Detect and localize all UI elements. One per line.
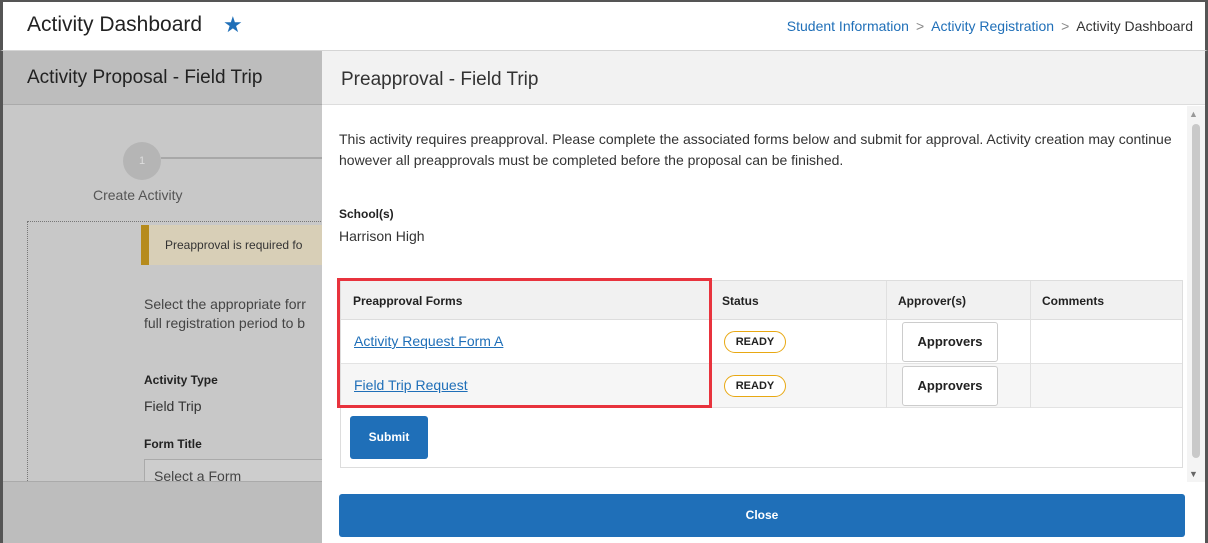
close-button[interactable]: Close [339, 494, 1185, 537]
form-title-label: Form Title [144, 437, 202, 451]
proposal-footer [3, 481, 325, 543]
step-label: Create Activity [93, 187, 183, 203]
activity-type-label: Activity Type [144, 373, 218, 387]
description-line: Select the appropriate forr [144, 296, 306, 312]
proposal-header: Activity Proposal - Field Trip [3, 51, 325, 105]
preapproval-warning-text: Preapproval is required fo [165, 238, 303, 252]
chevron-right-icon: > [1061, 18, 1070, 34]
chevron-right-icon: > [915, 18, 925, 34]
scroll-down-icon[interactable]: ▼ [1189, 469, 1198, 479]
page-title: Activity Dashboard [27, 13, 203, 36]
column-header-approvers: Approver(s) [886, 281, 1030, 320]
column-divider [1030, 281, 1031, 408]
preapproval-instructions: This activity requires preapproval. Plea… [339, 131, 1172, 168]
preapproval-modal: Preapproval - Field Trip ▲ ▼ This activi… [322, 51, 1208, 543]
submit-button[interactable]: Submit [350, 416, 428, 459]
activity-proposal-panel: Activity Proposal - Field Trip 1 Create … [0, 51, 325, 543]
description-line: full registration period to b [144, 315, 306, 331]
status-badge: READY [724, 331, 786, 353]
approvers-button[interactable]: Approvers [902, 366, 998, 406]
breadcrumb-activity-registration[interactable]: Activity Registration [931, 18, 1054, 34]
school-label: School(s) [339, 207, 394, 221]
column-header-forms: Preapproval Forms [341, 281, 710, 320]
column-header-status: Status [710, 281, 886, 320]
form-link-field-trip-request[interactable]: Field Trip Request [354, 377, 468, 393]
breadcrumb: Student Information > Activity Registratio… [787, 18, 1193, 34]
approvers-button[interactable]: Approvers [902, 322, 998, 362]
column-header-comments: Comments [1030, 281, 1182, 320]
school-value: Harrison High [339, 228, 425, 244]
column-divider [886, 281, 887, 408]
form-link-activity-request[interactable]: Activity Request Form A [354, 333, 503, 349]
modal-header: Preapproval - Field Trip [322, 51, 1205, 105]
status-badge: READY [724, 375, 786, 397]
proposal-description: Select the appropriate forr full registr… [144, 295, 325, 333]
proposal-title: Activity Proposal - Field Trip [27, 67, 263, 88]
preapproval-forms-table: Preapproval Forms Status Approver(s) Com… [340, 280, 1183, 468]
table-row: Field Trip Request READY Approvers [341, 364, 1182, 408]
scrollbar-thumb[interactable] [1192, 124, 1200, 458]
modal-title: Preapproval - Field Trip [341, 69, 539, 90]
table-row: Activity Request Form A READY Approvers [341, 320, 1182, 364]
breadcrumb-student-information[interactable]: Student Information [787, 18, 909, 34]
star-icon[interactable]: ★ [223, 12, 243, 38]
top-header: Activity Dashboard ★ Student Information… [0, 0, 1208, 51]
breadcrumb-activity-dashboard: Activity Dashboard [1076, 18, 1193, 34]
column-divider [710, 281, 711, 408]
activity-type-value: Field Trip [144, 398, 202, 414]
step-connector [161, 157, 325, 159]
step-indicator: 1 [123, 142, 161, 180]
scroll-up-icon[interactable]: ▲ [1189, 109, 1198, 119]
